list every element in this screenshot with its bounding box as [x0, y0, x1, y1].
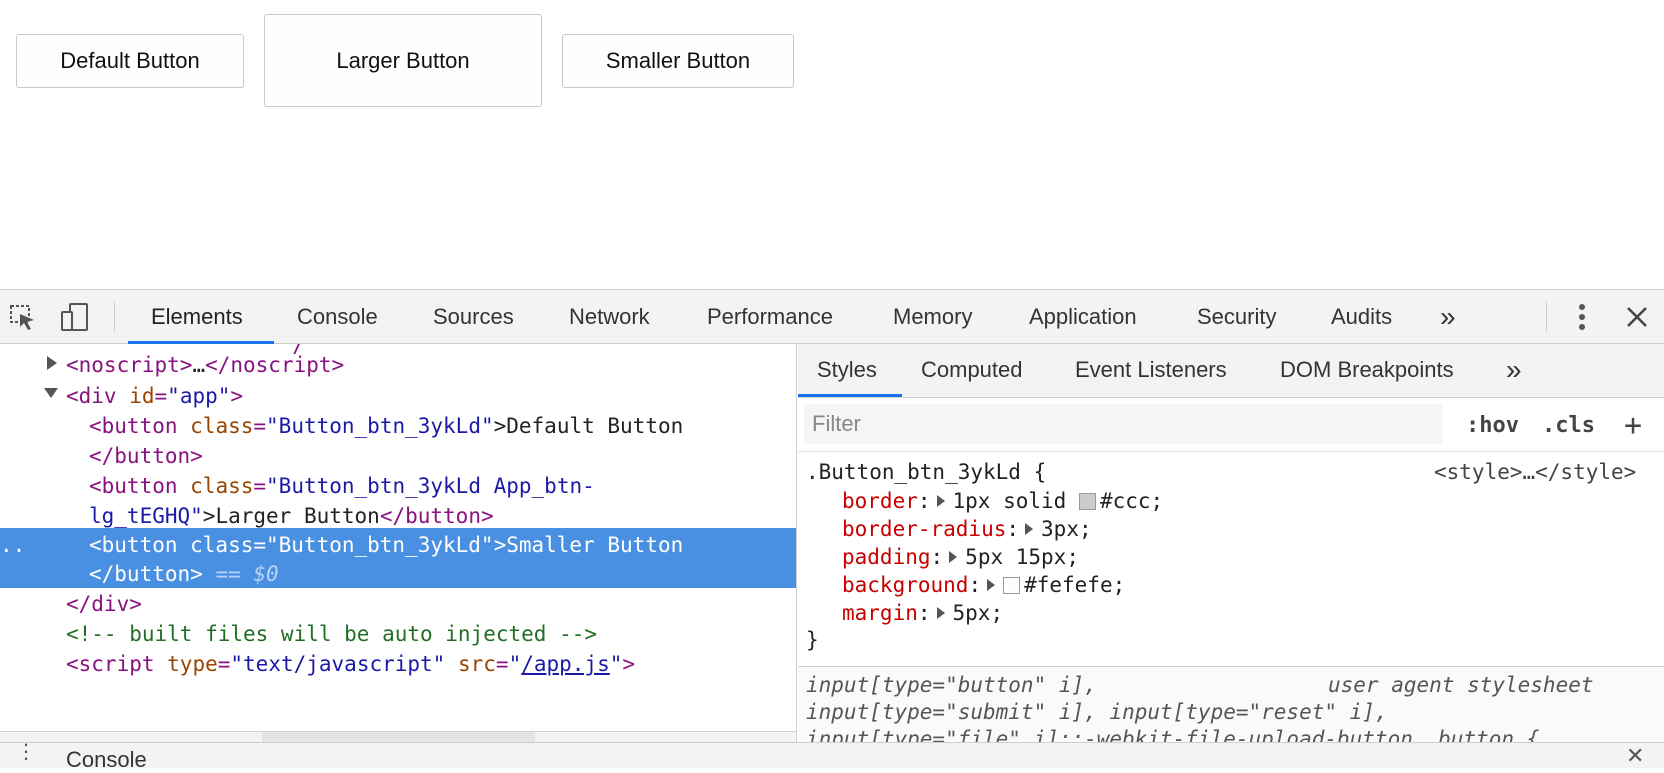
tab-sources[interactable]: Sources: [433, 290, 514, 344]
new-style-rule-button[interactable]: +: [1624, 398, 1642, 452]
subtab-styles[interactable]: Styles: [817, 344, 877, 396]
tree-node-comment[interactable]: <!-- built files will be auto injected -…: [66, 619, 597, 649]
subtab-more-button[interactable]: »: [1506, 344, 1522, 396]
style-prop-border-radius[interactable]: border-radius: 3px;: [842, 515, 1092, 543]
tab-network[interactable]: Network: [569, 290, 650, 344]
class-toggle[interactable]: .cls: [1542, 398, 1595, 452]
more-tabs-button[interactable]: »: [1440, 290, 1456, 344]
subtab-dom-breakpoints[interactable]: DOM Breakpoints: [1280, 344, 1454, 396]
styles-filter-input[interactable]: [804, 404, 1442, 444]
collapse-triangle-icon[interactable]: [44, 388, 58, 398]
tab-audits[interactable]: Audits: [1331, 290, 1392, 344]
subtab-event-listeners[interactable]: Event Listeners: [1075, 344, 1227, 396]
color-swatch[interactable]: [1078, 493, 1096, 510]
tree-node-button-default[interactable]: <button class="Button_btn_3ykLd">Default…: [89, 411, 683, 441]
expand-shorthand-icon[interactable]: [936, 495, 945, 507]
tab-security[interactable]: Security: [1197, 290, 1276, 344]
style-prop-margin[interactable]: margin: 5px;: [842, 599, 1003, 627]
toolbar-separator: [1546, 302, 1547, 332]
inspect-element-icon[interactable]: [6, 300, 40, 334]
page-preview: Default Button Larger Button Smaller But…: [0, 0, 1664, 289]
tree-node-script[interactable]: <script type="text/javascript" src="/app…: [66, 649, 635, 679]
drawer-menu-icon[interactable]: ⋮: [16, 739, 36, 764]
tab-memory[interactable]: Memory: [893, 290, 972, 344]
elements-tree[interactable]: / <noscript>…</noscript> <div id="app"> …: [0, 344, 797, 768]
tree-node-button-larger-cont[interactable]: lg_tEGHQ">Larger Button</button>: [89, 501, 494, 531]
ua-selector-line1: input[type="button" i],: [806, 673, 1097, 697]
tab-console[interactable]: Console: [297, 290, 378, 344]
subtab-computed[interactable]: Computed: [921, 344, 1023, 396]
console-ref-marker: == $0: [202, 562, 279, 586]
selected-node-indicator: ..: [0, 533, 26, 557]
styles-pane: Styles Computed Event Listeners DOM Brea…: [798, 344, 1664, 768]
rule-source-link[interactable]: <style>…</style>: [1434, 458, 1636, 486]
rule-selector[interactable]: .Button_btn_3ykLd {: [806, 458, 1046, 486]
tree-node-button-default-close[interactable]: </button>: [89, 441, 203, 471]
color-swatch[interactable]: [1003, 577, 1021, 594]
tree-node-div-close[interactable]: </div>: [66, 589, 142, 619]
tab-application[interactable]: Application: [1029, 290, 1137, 344]
tree-node-button-larger[interactable]: <button class="Button_btn_3ykLd App_btn-: [89, 471, 595, 501]
expand-shorthand-icon[interactable]: [936, 607, 945, 619]
ua-selector-line2: input[type="submit" i], input[type="rese…: [806, 700, 1388, 724]
expand-shorthand-icon[interactable]: [987, 579, 996, 591]
styles-subtabs: Styles Computed Event Listeners DOM Brea…: [798, 344, 1664, 398]
drawer-title[interactable]: Console: [66, 747, 147, 773]
tree-node-button-smaller-close[interactable]: </button> == $0: [89, 559, 279, 589]
tree-node-noscript[interactable]: <noscript>…</noscript>: [66, 350, 344, 380]
ua-source-label: user agent stylesheet: [1328, 673, 1594, 697]
app-js-link[interactable]: /app.js: [521, 652, 610, 676]
filter-row: :hov .cls +: [798, 398, 1664, 452]
tree-node-div-app[interactable]: <div id="app">: [66, 381, 243, 411]
style-prop-background[interactable]: background: #fefefe;: [842, 571, 1125, 599]
devtools-panel: Elements Console Sources Network Perform…: [0, 289, 1664, 772]
style-prop-padding[interactable]: padding: 5px 15px;: [842, 543, 1079, 571]
toolbar-separator: [114, 302, 115, 332]
default-button[interactable]: Default Button: [16, 34, 244, 88]
tab-elements[interactable]: Elements: [151, 290, 243, 344]
expand-triangle-icon[interactable]: [47, 356, 57, 370]
hover-state-toggle[interactable]: :hov: [1466, 398, 1519, 452]
devtools-toolbar: Elements Console Sources Network Perform…: [0, 289, 1664, 344]
smaller-button[interactable]: Smaller Button: [562, 34, 794, 88]
drawer-close-icon[interactable]: ✕: [1626, 743, 1644, 769]
kebab-menu-icon[interactable]: [1565, 300, 1599, 334]
expand-shorthand-icon[interactable]: [949, 551, 958, 563]
style-prop-border[interactable]: border: 1px solid #ccc;: [842, 487, 1163, 515]
rule-close-brace: }: [806, 628, 819, 652]
tree-node-button-smaller[interactable]: <button class="Button_btn_3ykLd">Smaller…: [89, 530, 683, 560]
device-toolbar-icon[interactable]: [58, 300, 92, 334]
larger-button[interactable]: Larger Button: [264, 14, 542, 107]
expand-shorthand-icon[interactable]: [1025, 523, 1034, 535]
close-devtools-icon[interactable]: [1620, 300, 1654, 334]
tab-performance[interactable]: Performance: [707, 290, 833, 344]
console-drawer: ⋮ Console ✕: [0, 739, 1664, 772]
active-subtab-indicator: [798, 394, 902, 397]
